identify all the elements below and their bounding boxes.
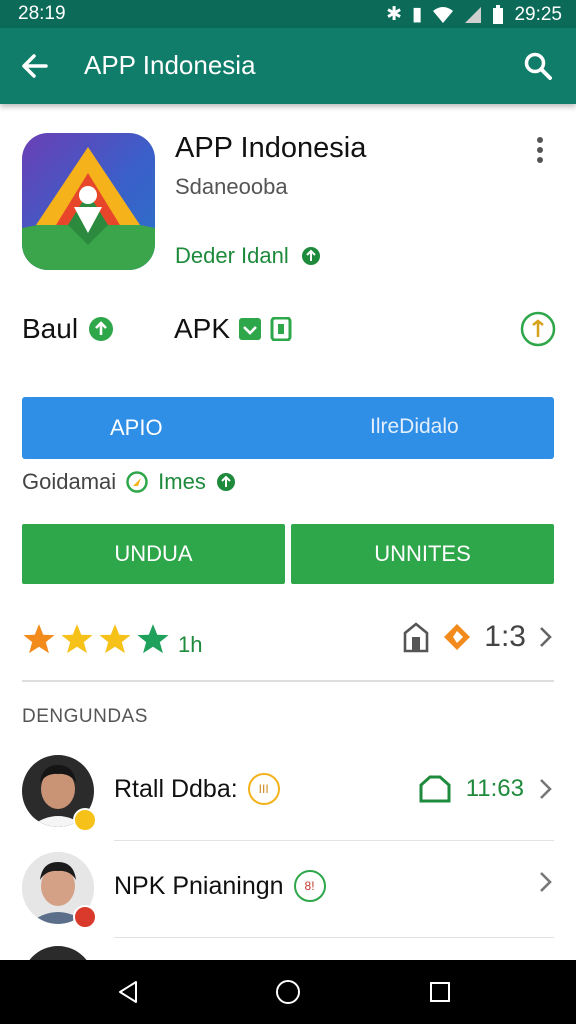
leaf-icon — [126, 471, 148, 493]
share-icon — [403, 622, 429, 653]
apk-text: APK — [174, 313, 231, 344]
status-bar: 28:19 ✱ ▮ 29:25 — [0, 0, 576, 28]
section-divider — [22, 680, 554, 682]
section-title: DENGUNDAS — [22, 706, 148, 727]
status-time: 28:19 — [18, 3, 66, 24]
rating-row: 1h 1:3 — [22, 620, 554, 664]
app-bar: APP Indonesia — [0, 28, 576, 104]
nav-home-icon[interactable] — [275, 979, 301, 1005]
install-bar-left: APIO — [110, 415, 163, 440]
person-name: NPK Pnianingn — [114, 871, 284, 900]
status-icons: ✱ ▮ 29:25 — [386, 3, 562, 26]
star-icon — [99, 624, 131, 654]
person-badge: 8! — [293, 870, 326, 902]
person-name-row: Rtall Ddba: III — [114, 773, 280, 805]
bluetooth-icon: ✱ — [386, 4, 402, 25]
verified-badge — [73, 808, 97, 832]
install-bar-right: IlreDidalo — [370, 415, 459, 438]
wifi-icon — [433, 6, 454, 23]
person-action[interactable]: 11:63 — [418, 773, 554, 805]
info-row: Goidamai Imes — [22, 469, 236, 495]
app-bar-title: APP Indonesia — [84, 50, 256, 80]
download-button[interactable]: UNDUA — [22, 524, 285, 584]
person-name-row: NPK Pnianingn 8! — [114, 870, 326, 902]
row-divider — [114, 840, 554, 841]
developer-name: Deder Idanl — [175, 243, 289, 268]
install-bar[interactable]: APIO IlreDidalo — [22, 397, 554, 459]
nav-back-icon[interactable] — [116, 980, 140, 1004]
navigation-bar — [0, 960, 576, 1024]
info-right: Imes — [158, 469, 206, 494]
bauli-label: Baul — [22, 313, 114, 345]
developer-row[interactable]: Deder Idanl — [175, 243, 321, 269]
status-time-right: 29:25 — [514, 3, 562, 25]
chevron-right-icon — [540, 627, 552, 647]
vibrate-icon: ▮ — [411, 4, 423, 25]
app-subtitle: Sdaneooba — [175, 174, 288, 199]
chevron-right-icon — [540, 779, 552, 799]
verified-icon — [301, 247, 320, 265]
file-icon — [270, 317, 292, 341]
star-icon — [23, 624, 55, 654]
row-divider — [114, 937, 554, 938]
download-icon — [239, 318, 262, 340]
info-left: Goidamai — [22, 469, 117, 494]
app-title: APP Indonesia — [175, 132, 367, 164]
updates-button[interactable]: UNNITES — [291, 524, 554, 584]
person-value: 11:63 — [465, 775, 524, 802]
star-icon — [137, 624, 169, 654]
back-arrow-icon[interactable] — [18, 50, 50, 82]
list-item[interactable]: NPK Pnianingn 8! — [0, 852, 576, 948]
home-outline-icon — [419, 775, 451, 803]
list-item[interactable]: Rtall Ddba: III 11:63 — [0, 755, 576, 851]
person-badge: III — [247, 773, 280, 805]
verified-icon — [216, 473, 235, 491]
labels-row: Baul APK — [22, 311, 556, 353]
star-icon — [61, 624, 93, 654]
nav-recents-icon[interactable] — [429, 981, 451, 1003]
chevron-right-icon — [540, 872, 552, 892]
tag-icon — [444, 624, 471, 650]
star-rating — [22, 622, 170, 656]
rating-count: 1h — [178, 632, 203, 657]
rating-right[interactable]: 1:3 — [402, 620, 554, 654]
rating-value: 1:3 — [484, 620, 526, 653]
apk-label: APK — [174, 313, 292, 345]
search-icon[interactable] — [522, 50, 554, 82]
status-badge — [73, 905, 97, 929]
signal-icon — [465, 6, 482, 23]
battery-icon — [493, 4, 504, 24]
check-icon — [89, 317, 114, 341]
app-icon — [22, 133, 155, 270]
person-name: Rtall Ddba: — [114, 774, 238, 803]
info-circle-icon[interactable] — [520, 311, 556, 347]
more-vert-icon[interactable] — [534, 136, 546, 164]
person-action[interactable] — [538, 870, 554, 894]
bauli-text: Baul — [22, 313, 79, 344]
